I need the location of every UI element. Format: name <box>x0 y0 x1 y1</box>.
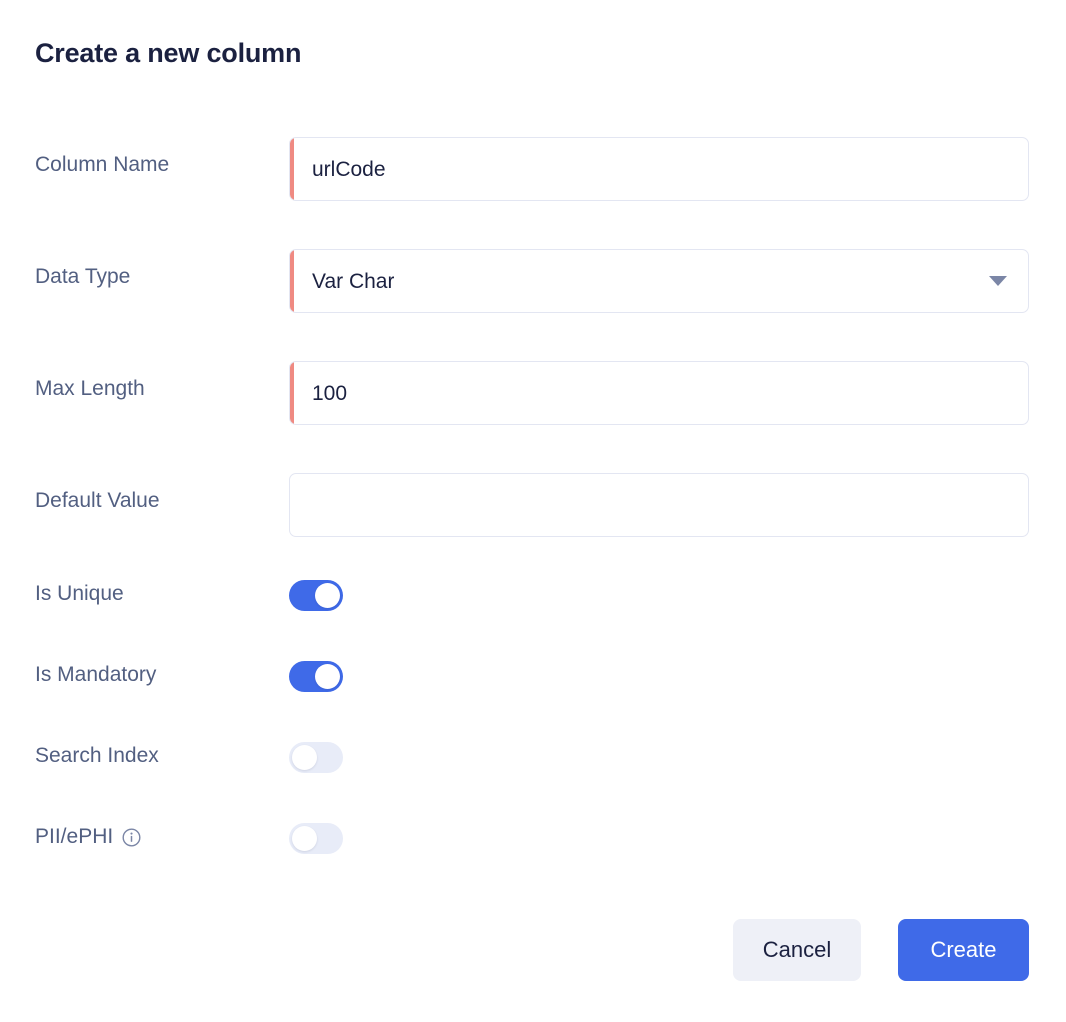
toggle-pii-ephi[interactable] <box>289 823 343 854</box>
default-value-input[interactable] <box>289 473 1029 537</box>
label-data-type: Data Type <box>35 265 130 289</box>
field-row-data-type: Data Type Var Char <box>0 232 1066 344</box>
label-is-mandatory: Is Mandatory <box>35 663 156 687</box>
label-is-unique: Is Unique <box>35 582 124 606</box>
label-search-index-text: Search Index <box>35 744 159 767</box>
toggle-search-index[interactable] <box>289 742 343 773</box>
label-is-mandatory-text: Is Mandatory <box>35 663 157 686</box>
label-default-value: Default Value <box>35 489 160 513</box>
data-type-select-value: Var Char <box>312 270 395 293</box>
toggle-knob <box>292 826 317 851</box>
data-type-select[interactable]: Var Char <box>289 249 1029 313</box>
cancel-button[interactable]: Cancel <box>733 919 861 981</box>
toggle-knob <box>292 745 317 770</box>
label-column-name-text: Column Name <box>35 153 170 176</box>
field-row-max-length: Max Length 100 <box>0 344 1066 456</box>
label-is-unique-text: Is Unique <box>35 582 124 605</box>
toggle-is-mandatory[interactable] <box>289 661 343 692</box>
max-length-input-value: 100 <box>312 382 348 405</box>
create-button[interactable]: Create <box>898 919 1029 981</box>
create-column-dialog: Create a new column Column Name urlCode … <box>0 0 1066 1022</box>
column-name-input[interactable]: urlCode <box>289 137 1029 201</box>
label-search-index: Search Index <box>35 744 159 768</box>
max-length-input[interactable]: 100 <box>289 361 1029 425</box>
field-row-column-name: Column Name urlCode <box>0 120 1066 232</box>
label-max-length: Max Length <box>35 377 145 401</box>
toggle-knob <box>315 583 340 608</box>
field-row-default-value: Default Value <box>0 456 1066 568</box>
page-title: Create a new column <box>35 38 302 68</box>
info-icon[interactable] <box>122 827 141 847</box>
create-column-form: Column Name urlCode Data Type Var Char M… <box>0 120 1066 892</box>
label-data-type-text: Data Type <box>35 265 131 288</box>
column-name-input-value: urlCode <box>312 158 386 181</box>
field-row-is-mandatory: Is Mandatory <box>0 649 1066 730</box>
label-pii-ephi-text: PII/ePHI <box>35 825 114 848</box>
field-row-pii-ephi: PII/ePHI <box>0 811 1066 892</box>
toggle-knob <box>315 664 340 689</box>
dialog-footer: Cancel Create <box>0 919 1066 981</box>
label-pii-ephi: PII/ePHI <box>35 825 141 849</box>
toggle-is-unique[interactable] <box>289 580 343 611</box>
chevron-down-icon <box>989 276 1007 286</box>
field-row-search-index: Search Index <box>0 730 1066 811</box>
label-column-name: Column Name <box>35 153 169 177</box>
label-max-length-text: Max Length <box>35 377 145 400</box>
field-row-is-unique: Is Unique <box>0 568 1066 649</box>
label-default-value-text: Default Value <box>35 489 160 512</box>
